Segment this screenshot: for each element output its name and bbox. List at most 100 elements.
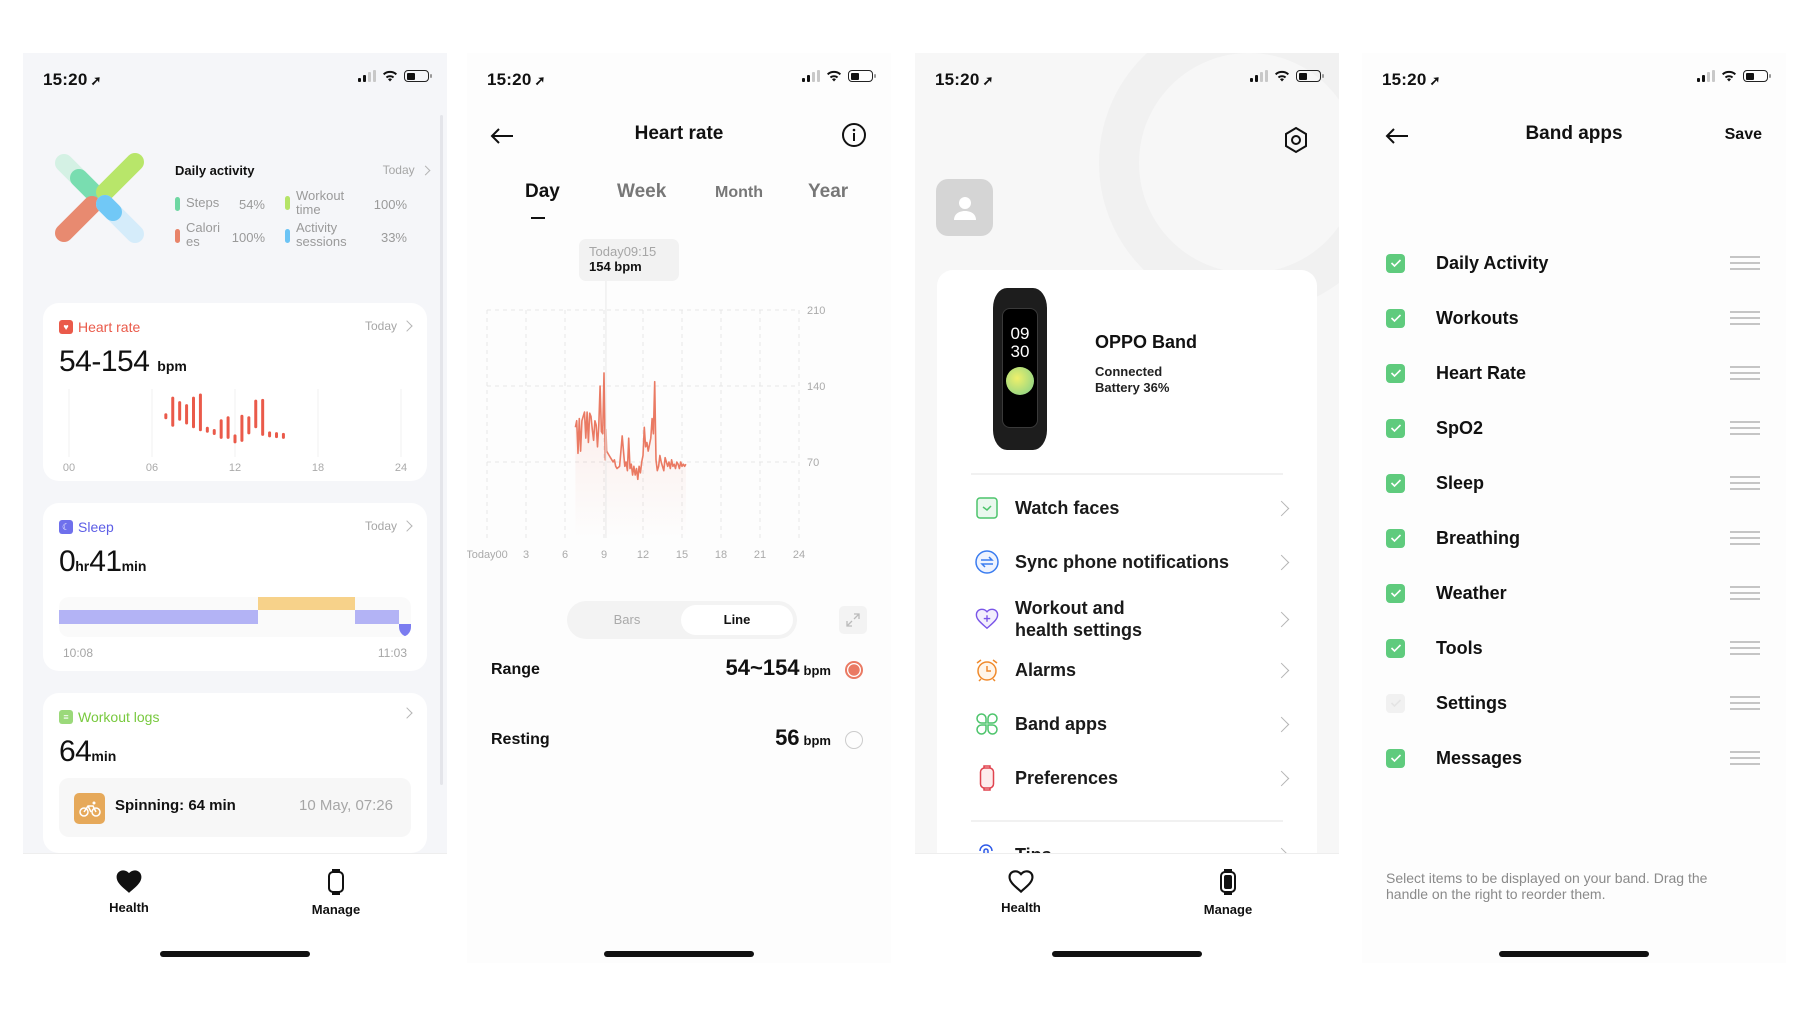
app-label: Breathing [1436,527,1521,548]
band-image[interactable]: 09 30 [993,288,1047,450]
app-row[interactable]: Sleep [1386,463,1760,503]
drag-handle-icon[interactable] [1730,586,1760,600]
y-tick-label: 210 [807,305,825,317]
expand-button[interactable] [839,606,867,634]
app-checkbox[interactable] [1386,253,1405,273]
menu-workout-health-settings[interactable]: Workout and health settings [975,596,1290,642]
drag-handle-icon[interactable] [1730,531,1760,545]
menu-sync-notifications[interactable]: Sync phone notifications [975,542,1290,582]
wifi-icon [383,70,397,82]
app-checkbox[interactable] [1386,583,1405,603]
device-name: OPPO Band [1095,332,1198,352]
tab-label: Manage [1203,902,1253,917]
drag-handle-icon[interactable] [1730,311,1760,325]
settings-gear-icon[interactable] [1283,126,1309,154]
workout-minutes: 64 [59,735,92,768]
tab-label: Health [109,900,149,915]
workout-open[interactable] [401,707,413,719]
tab-month[interactable]: Month [715,184,763,202]
home-indicator[interactable] [1499,951,1649,957]
save-button[interactable]: Save [1725,126,1762,144]
stat-range[interactable]: Range 54~154 bpm [491,655,867,685]
stat-resting[interactable]: Resting 56 bpm [491,725,867,755]
sleep-card[interactable]: ☾ Sleep Today 0hr41min 10:08 11:03 [43,503,427,671]
menu-band-apps[interactable]: Band apps [975,704,1290,744]
chart-tooltip: Today09:15 154 bpm [579,239,679,281]
app-checkbox[interactable] [1386,418,1405,438]
battery-icon [848,70,876,82]
stat-label: Resting [491,731,550,748]
app-label: Tools [1436,637,1483,658]
app-row[interactable]: Heart Rate [1386,353,1760,393]
steps-value: 54% [238,197,265,212]
drag-handle-icon[interactable] [1730,476,1760,490]
x-tick-label: 12 [229,462,241,471]
heart-rate-chart[interactable]: Today00 3 6 9 12 15 18 21 24 70 140 210 [467,281,891,581]
legend-workout-time: Workout time 100% [285,189,407,217]
wifi-icon [1722,70,1736,82]
daily-activity-section[interactable]: Daily activity Today Steps 54% Calori es 1… [23,143,447,263]
menu-preferences[interactable]: Preferences [975,758,1290,798]
app-checkbox[interactable] [1386,308,1405,328]
drag-handle-icon[interactable] [1730,641,1760,655]
app-checkbox[interactable] [1386,638,1405,658]
daily-activity-period[interactable]: Today [383,163,431,177]
home-indicator[interactable] [604,951,754,957]
tab-health[interactable]: Health [961,868,1081,915]
app-checkbox[interactable] [1386,473,1405,493]
tab-day[interactable]: Day [525,181,560,203]
drag-handle-icon[interactable] [1730,751,1760,765]
drag-handle-icon[interactable] [1730,366,1760,380]
user-icon [953,196,976,220]
app-checkbox[interactable] [1386,693,1405,713]
device-status: Connected [1095,364,1163,379]
app-row[interactable]: Tools [1386,628,1760,668]
tab-health[interactable]: Health [69,868,189,915]
active-tab-indicator [531,217,545,219]
app-row[interactable]: Workouts [1386,298,1760,338]
range-radio[interactable] [845,661,863,679]
sleep-period[interactable]: Today [365,519,413,533]
heart-rate-period[interactable]: Today [364,319,413,333]
app-checkbox[interactable] [1386,363,1405,383]
home-indicator[interactable] [1052,951,1202,957]
info-icon[interactable] [841,122,867,148]
app-checkbox[interactable] [1386,528,1405,548]
drag-handle-icon[interactable] [1730,256,1760,270]
toggle-line[interactable]: Line [681,605,793,635]
resting-radio[interactable] [845,731,863,749]
app-row[interactable]: Breathing [1386,518,1760,558]
app-row[interactable]: Daily Activity [1386,243,1760,283]
app-row[interactable]: Messages [1386,738,1760,778]
heart-rate-card[interactable]: ♥ Heart rate Today 54-154 bpm 00 06 12 18 24 [43,303,427,481]
header: Band apps Save [1362,115,1786,155]
workout-entry[interactable]: Spinning: 64 min 10 May, 07:26 [59,778,411,837]
app-row[interactable]: SpO2 [1386,408,1760,448]
signal-icon [1697,70,1715,82]
checkmark-icon [1390,534,1401,543]
tab-week[interactable]: Week [617,181,666,203]
menu-label: Workout and health settings [1015,598,1143,640]
sync-icon [975,550,999,574]
status-time-text: 15:20 [935,70,980,89]
drag-handle-icon[interactable] [1730,696,1760,710]
workout-logs-card[interactable]: ≡ Workout logs 64min Spinning: 64 min 10 … [43,693,427,853]
drag-handle-icon[interactable] [1730,421,1760,435]
home-indicator[interactable] [160,951,310,957]
activity-sessions-label: Activity sessions [296,220,347,249]
menu-watch-faces[interactable]: Watch faces [975,488,1290,528]
menu-alarms[interactable]: Alarms [975,650,1290,690]
tab-manage[interactable]: Manage [1168,868,1288,917]
avatar[interactable] [936,179,993,236]
tab-year[interactable]: Year [808,181,848,203]
app-row[interactable]: Weather [1386,573,1760,613]
x-tick-label: 3 [523,549,529,561]
period-label: Today [364,319,397,333]
heart-rate-unit: bpm [157,358,187,374]
toggle-bars[interactable]: Bars [571,605,683,635]
wifi-icon [827,70,841,82]
app-row[interactable]: Settings [1386,683,1760,723]
app-checkbox[interactable] [1386,748,1405,768]
y-tick-label: 70 [807,457,819,469]
tab-manage[interactable]: Manage [276,868,396,917]
